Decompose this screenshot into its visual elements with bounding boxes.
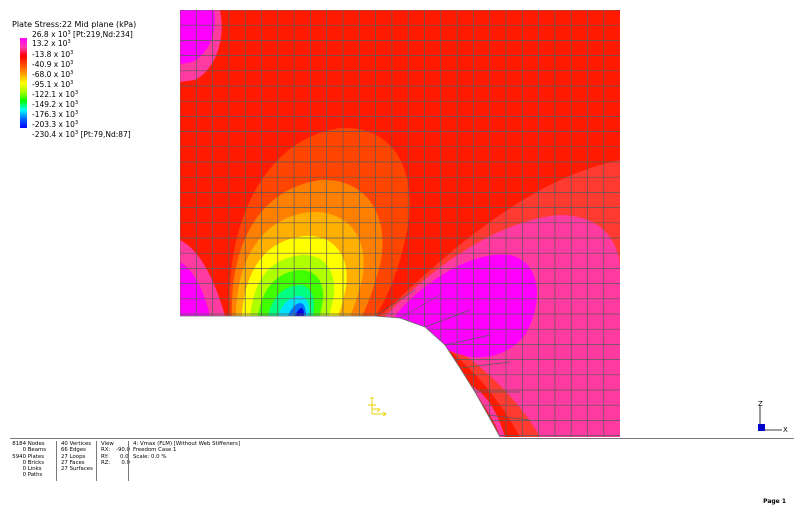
axis-x-label: X [783,426,788,434]
status-geometry-panel: 40 Vertices 66 Edges 27 Loops 27 Faces 27 Su… [56,441,101,481]
legend-entry: -149.2 x 103 [32,100,79,109]
legend-entry: 26.8 x 103 [Pt:219,Nd:234] [32,30,133,39]
legend-min-note: [Pt:79,Nd:87] [78,130,131,139]
count-row: 0 Paths [22,472,43,479]
geometry-row: 27 Surfaces [61,466,93,473]
page-number: Page 1 [763,498,786,505]
axis-z-label: Z [758,400,763,408]
model-viewport[interactable]: Plate Stress:22 Mid plane (kPa) 26.8 x 1… [0,0,800,438]
legend-max-note: [Pt:219,Nd:234] [70,30,133,39]
legend-entry: -68.0 x 103 [32,70,74,79]
legend-entry: -176.3 x 103 [32,110,79,119]
legend-entry: -40.9 x 103 [32,60,74,69]
status-counts-panel: 8184 Nodes 0 Beams 5940 Plates 0 Bricks 0 Li… [10,441,56,481]
model-info-row: Scale: 0.0 % [133,453,167,460]
legend-entry: 13.2 x 103 [32,39,71,48]
legend-color-bar [20,38,27,128]
status-bar: 8184 Nodes 0 Beams 5940 Plates 0 Bricks 0 Li… [10,438,794,483]
legend-entry: -13.8 x 103 [32,50,74,59]
legend-entry: -230.4 x 103 [Pt:79,Nd:87] [32,130,131,139]
legend-entry: -203.3 x 103 [32,120,79,129]
status-model-info-panel: 4: Vmax (FLM) [Without Web Stiffeners] Fr… [128,441,383,481]
legend-title: Plate Stress:22 Mid plane (kPa) [12,20,137,29]
load-marker-icon [368,397,387,417]
legend-entry: -122.1 x 103 [32,90,79,99]
stress-legend: Plate Stress:22 Mid plane (kPa) 26.8 x 1… [6,6,176,139]
axis-triad-icon: Z X [752,400,792,438]
legend-entry: -95.1 x 103 [32,80,74,89]
